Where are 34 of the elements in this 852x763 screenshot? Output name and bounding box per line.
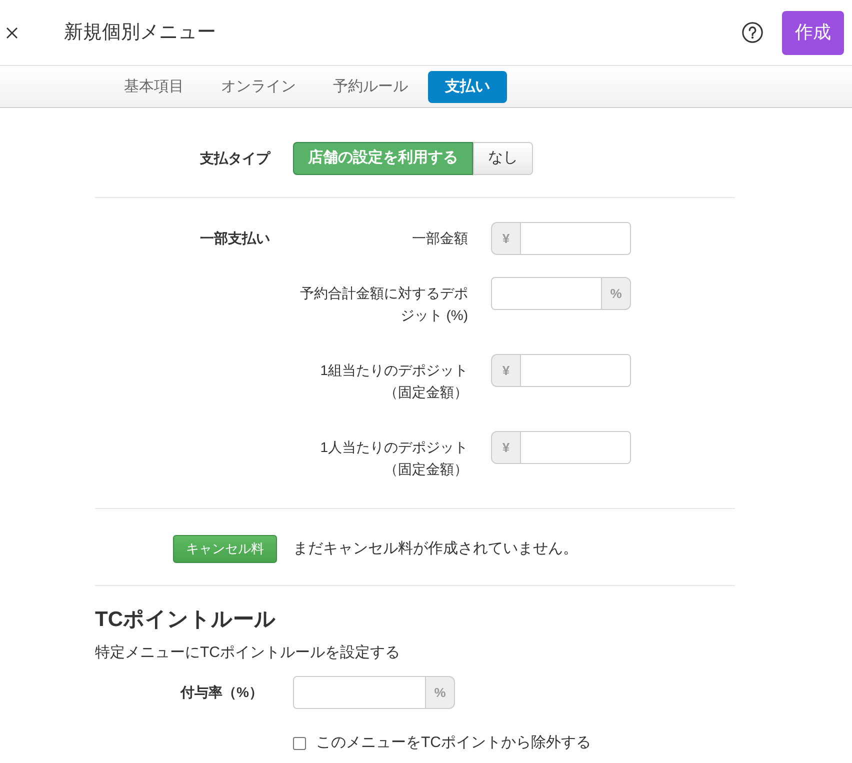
section-label: 一部支払い [200,229,270,248]
field-label: 支払タイプ [200,149,270,168]
page-title: 新規個別メニュー [64,20,216,44]
field-label: 予約合計金額に対するデポジット (%) [299,284,468,325]
currency-addon: ¥ [491,222,521,255]
amount-field[interactable] [520,431,631,464]
create-button[interactable]: 作成 [782,10,844,54]
tab[interactable]: 予約ルール [316,70,425,102]
field-label: 1人当たりのデポジット [320,438,468,457]
empty-message: まだキャンセル料が作成されていません。 [293,539,578,559]
percent-addon: % [601,277,631,310]
field-label: 付与率（%） [180,683,264,702]
amount-field[interactable] [520,354,631,387]
amount-field[interactable] [491,277,602,310]
currency-addon: ¥ [491,431,521,464]
tab[interactable]: 支払い [428,70,507,102]
field-label: 1組当たりのデポジット [320,361,468,380]
checkbox[interactable] [293,736,306,750]
rate-field[interactable] [293,676,426,709]
checkbox-label: このメニューをTCポイントから除外する [316,733,591,753]
help-icon[interactable] [742,22,763,43]
close-icon[interactable] [6,26,18,38]
section-heading: TCポイントルール [95,608,276,632]
option-button[interactable]: なし [473,142,533,175]
currency-addon: ¥ [491,354,521,387]
cancellation-fee-button[interactable]: キャンセル料 [173,535,277,563]
amount-field[interactable] [520,222,631,255]
tab[interactable]: 基本項目 [107,70,201,102]
tab[interactable]: オンライン [204,70,313,102]
percent-addon: % [425,676,455,709]
section-description: 特定メニューにTCポイントルールを設定する [95,643,400,663]
field-note: （固定金額） [384,383,468,402]
field-note: （固定金額） [384,460,468,479]
field-label: 一部金額 [412,229,468,248]
